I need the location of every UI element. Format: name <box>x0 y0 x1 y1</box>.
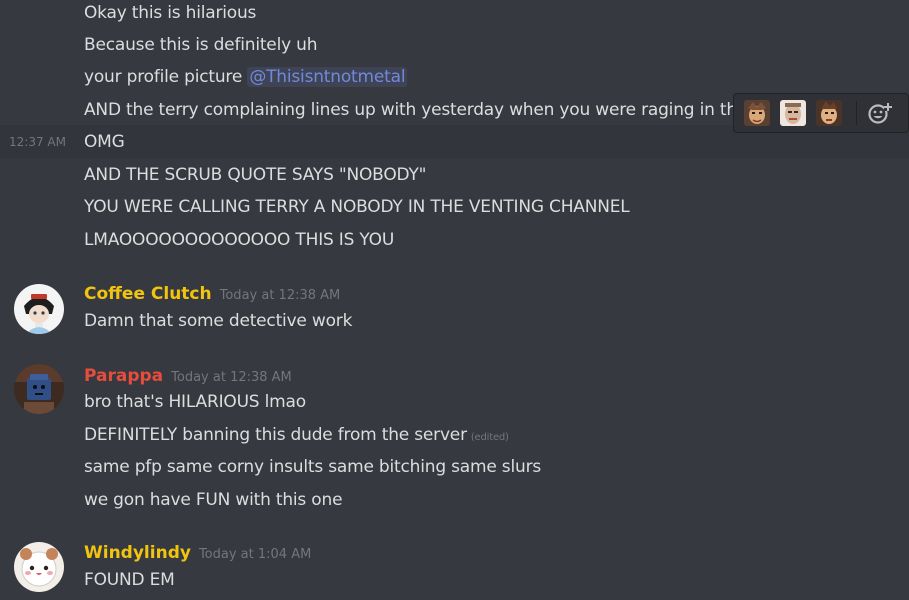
message-timestamp[interactable]: Today at 1:04 AM <box>199 547 311 562</box>
avatar-coffee-clutch[interactable] <box>14 284 64 334</box>
message-line: YOU WERE CALLING TERRY A NOBODY IN THE V… <box>84 197 630 217</box>
message-line: bro that's HILARIOUS lmao <box>84 392 306 412</box>
message-line: same pfp same corny insults same bitchin… <box>84 457 542 477</box>
hover-timestamp[interactable]: 12:37 AM <box>9 131 66 153</box>
terry-face-2-emoji[interactable] <box>780 100 806 126</box>
username[interactable]: Windylindy <box>84 543 191 563</box>
message-line: DEFINITELY banning this dude from the se… <box>84 424 509 449</box>
edited-label: (edited) <box>470 432 509 443</box>
message-header: Parappa Today at 12:38 AM <box>84 365 292 389</box>
message-line: Okay this is hilarious <box>84 3 257 23</box>
message-line: LMAOOOOOOOOOOOOO THIS IS YOU <box>84 230 395 250</box>
message-text: DEFINITELY banning this dude from the se… <box>84 425 467 445</box>
message-header: Windylindy Today at 1:04 AM <box>84 542 311 566</box>
terry-face-1-emoji[interactable] <box>744 100 770 126</box>
message-line: OMG <box>84 132 125 152</box>
message-header: Coffee Clutch Today at 12:38 AM <box>84 283 340 307</box>
message-hover-toolbar <box>733 93 909 133</box>
message-timestamp[interactable]: Today at 12:38 AM <box>220 288 341 303</box>
message-line: we gon have FUN with this one <box>84 490 343 510</box>
message-line: FOUND EM <box>84 570 175 590</box>
user-mention[interactable]: @Thisisntnotmetal <box>247 67 408 87</box>
add-reaction-icon[interactable] <box>865 98 895 128</box>
message-text: your profile picture <box>84 67 248 87</box>
message-line: Because this is definitely uh <box>84 35 318 55</box>
avatar-parappa[interactable] <box>14 364 64 414</box>
toolbar-divider <box>856 101 857 125</box>
message-line: Damn that some detective work <box>84 311 353 331</box>
message-timestamp[interactable]: Today at 12:38 AM <box>171 370 292 385</box>
terry-face-3-emoji[interactable] <box>816 100 842 126</box>
message-line: AND THE SCRUB QUOTE SAYS "NOBODY" <box>84 165 427 185</box>
username[interactable]: Parappa <box>84 366 163 386</box>
message-line: your profile picture @Thisisntnotmetal <box>84 66 408 88</box>
message-line: AND the terry complaining lines up with … <box>84 100 737 120</box>
username[interactable]: Coffee Clutch <box>84 284 212 304</box>
avatar-windylindy[interactable] <box>14 542 64 592</box>
